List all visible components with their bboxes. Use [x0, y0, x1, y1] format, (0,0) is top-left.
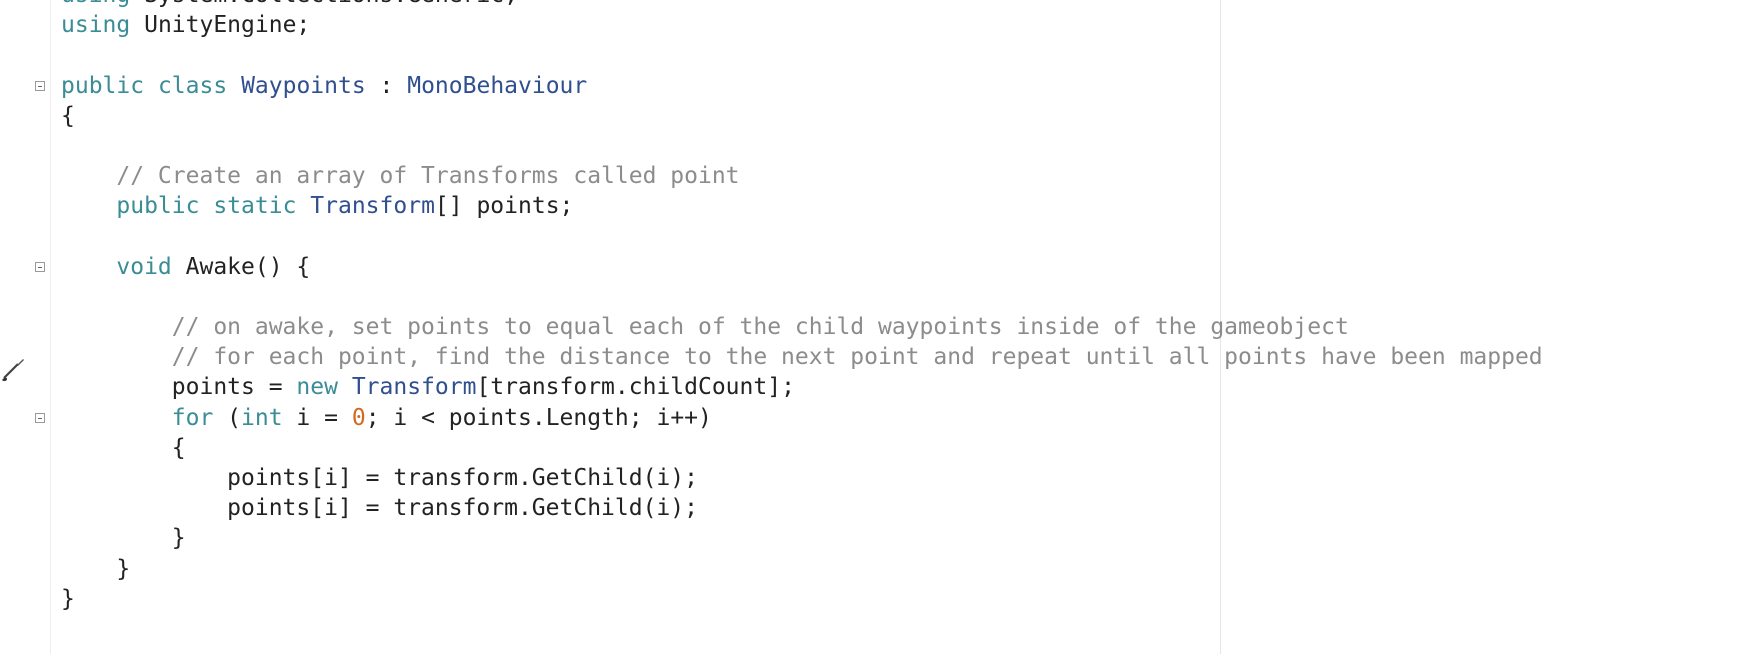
code-text: } — [61, 525, 186, 552]
collapse-box-icon[interactable] — [35, 80, 45, 91]
code-type: MonoBehaviour — [407, 72, 588, 99]
code-keyword: for — [171, 404, 214, 431]
editor-gutter — [0, 0, 50, 654]
code-line[interactable]: points[i] = transform.GetChild(i); — [61, 463, 1543, 493]
code-keyword: using — [61, 12, 131, 39]
code-line[interactable]: { — [61, 101, 1543, 131]
code-line[interactable]: // Create an array of Transforms called … — [61, 161, 1543, 191]
code-line[interactable]: for (int i = 0; i < points.Length; i++) — [61, 403, 1543, 433]
code-line[interactable]: using System.Collections.Generic; — [61, 0, 1543, 10]
code-text: points[i] = transform.GetChild(i); — [61, 465, 698, 491]
code-keyword: public — [116, 193, 200, 220]
code-keyword: new — [296, 374, 338, 401]
code-comment: // on awake, set points to equal each of… — [171, 314, 1349, 341]
code-text: points = — [61, 374, 297, 401]
code-text: System.Collections.Generic; — [130, 0, 518, 8]
code-line[interactable]: // on awake, set points to equal each of… — [61, 312, 1543, 342]
gutter-divider — [50, 0, 51, 654]
code-text: Awake() { — [171, 253, 311, 280]
code-keyword: static — [213, 193, 297, 220]
code-type: Transform — [310, 193, 435, 220]
code-line[interactable]: points = new Transform[transform.childCo… — [61, 372, 1543, 402]
code-number: 0 — [351, 404, 366, 431]
code-line[interactable] — [61, 282, 1543, 312]
code-text: ( — [213, 404, 242, 431]
code-text: { — [61, 102, 75, 129]
code-comment: // Create an array of Transforms called … — [116, 163, 740, 190]
code-line[interactable] — [61, 40, 1543, 70]
code-line[interactable] — [61, 131, 1543, 161]
code-type: Waypoints — [241, 72, 366, 99]
code-text: points[i] = transform.GetChild(i); — [61, 495, 698, 522]
code-line[interactable]: public static Transform[] points; — [61, 191, 1543, 221]
code-text: { — [61, 434, 186, 461]
collapse-box-icon[interactable] — [35, 261, 45, 272]
code-keyword: public — [61, 72, 145, 99]
code-view[interactable]: using System.Collections.Generic;using U… — [61, 0, 1543, 614]
code-text: i = — [282, 404, 352, 431]
paintbrush-icon[interactable] — [0, 356, 26, 384]
code-keyword: int — [241, 404, 283, 431]
code-text: } — [61, 585, 75, 612]
code-line[interactable]: { — [61, 433, 1543, 463]
code-editor[interactable]: using System.Collections.Generic;using U… — [0, 0, 1762, 654]
code-line[interactable]: } — [61, 523, 1543, 553]
code-keyword: class — [157, 72, 228, 99]
code-line[interactable]: } — [61, 554, 1543, 584]
code-type: Transform — [351, 374, 477, 401]
code-text: [transform.childCount]; — [476, 374, 795, 401]
code-text: ; i < points.Length; i++) — [365, 404, 712, 431]
code-comment: // for each point, find the distance to … — [171, 344, 1543, 371]
code-keyword: void — [116, 253, 172, 280]
code-text: UnityEngine; — [130, 12, 311, 39]
code-text: } — [61, 555, 131, 582]
code-line[interactable]: // for each point, find the distance to … — [61, 342, 1543, 372]
code-line[interactable]: public class Waypoints : MonoBehaviour — [61, 71, 1543, 101]
code-line[interactable]: } — [61, 584, 1543, 614]
code-text: [] points; — [434, 193, 574, 220]
code-line[interactable]: points[i] = transform.GetChild(i); — [61, 493, 1543, 523]
code-keyword: using — [61, 0, 130, 8]
code-line[interactable] — [61, 222, 1543, 252]
code-text: : — [365, 72, 408, 99]
code-line[interactable]: void Awake() { — [61, 252, 1543, 282]
code-line[interactable]: using UnityEngine; — [61, 10, 1543, 40]
collapse-box-icon[interactable] — [35, 412, 45, 423]
